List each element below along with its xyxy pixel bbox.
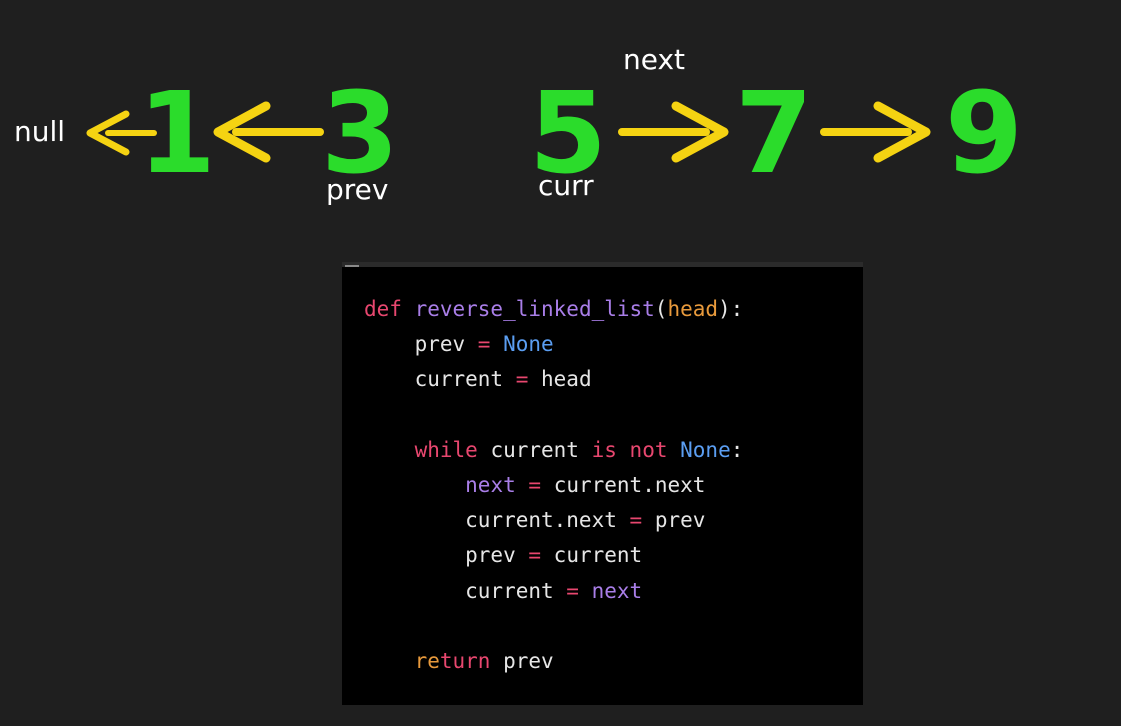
code-token: = — [515, 367, 529, 392]
code-token: next — [465, 473, 516, 497]
code-token: next — [591, 578, 643, 603]
code-token: prev — [364, 332, 478, 357]
code-line: next = current.next — [364, 475, 705, 496]
arrow-left-icon — [213, 101, 324, 163]
arrow-right-icon — [820, 101, 931, 163]
prev-pointer-label: prev — [326, 173, 389, 206]
code-line: prev = None — [364, 334, 554, 355]
code-token: current — [541, 543, 643, 568]
code-panel: def reverse_linked_list(head): prev = No… — [342, 262, 863, 705]
code-token: current — [477, 437, 592, 462]
code-token: None — [680, 437, 731, 462]
code-token: prev — [490, 649, 554, 673]
code-token: current — [364, 367, 516, 392]
arrow-right-icon — [618, 101, 729, 163]
code-token: not — [629, 437, 668, 462]
curr-pointer-label: curr — [538, 169, 594, 202]
code-token: current.next — [541, 473, 706, 497]
code-line: def reverse_linked_list(head): — [364, 299, 743, 320]
node-9: 9 — [945, 69, 1023, 199]
code-line: prev = current — [364, 545, 642, 566]
code-token: is — [591, 437, 617, 462]
code-line: current.next = prev — [364, 510, 705, 531]
code-token: current.next — [364, 508, 630, 533]
code-line: while current is not None: — [364, 437, 744, 462]
code-token: head — [528, 367, 592, 392]
diagram-stage: null 1 3 prev 5 curr next 7 9 def revers… — [0, 0, 1121, 726]
code-token: None — [503, 332, 554, 357]
code-token: ( — [654, 297, 668, 321]
code-line: current = head — [364, 369, 592, 390]
code-token: ): — [718, 297, 744, 321]
code-token: def — [364, 297, 415, 321]
code-token: = — [566, 578, 579, 603]
code-panel-topbar-mark — [345, 265, 359, 267]
code-token: re — [414, 649, 440, 673]
code-token: = — [528, 473, 542, 497]
code-token: prev — [364, 543, 529, 568]
code-token: turn — [439, 649, 491, 673]
code-line: current = next — [364, 578, 643, 603]
code-token: = — [629, 508, 643, 533]
code-token: head — [667, 297, 719, 321]
code-panel-topbar — [342, 262, 863, 267]
code-token: current — [364, 578, 567, 603]
code-token: : — [730, 437, 744, 462]
code-line: return prev — [364, 651, 554, 672]
code-token: = — [477, 332, 491, 357]
code-token: while — [414, 437, 478, 462]
code-token: reverse_linked_list — [414, 297, 655, 321]
node-1: 1 — [138, 69, 216, 199]
node-7: 7 — [735, 69, 813, 199]
next-pointer-label: next — [623, 43, 686, 76]
code-token: = — [528, 543, 542, 568]
null-label: null — [14, 115, 66, 148]
code-token: prev — [642, 508, 706, 533]
